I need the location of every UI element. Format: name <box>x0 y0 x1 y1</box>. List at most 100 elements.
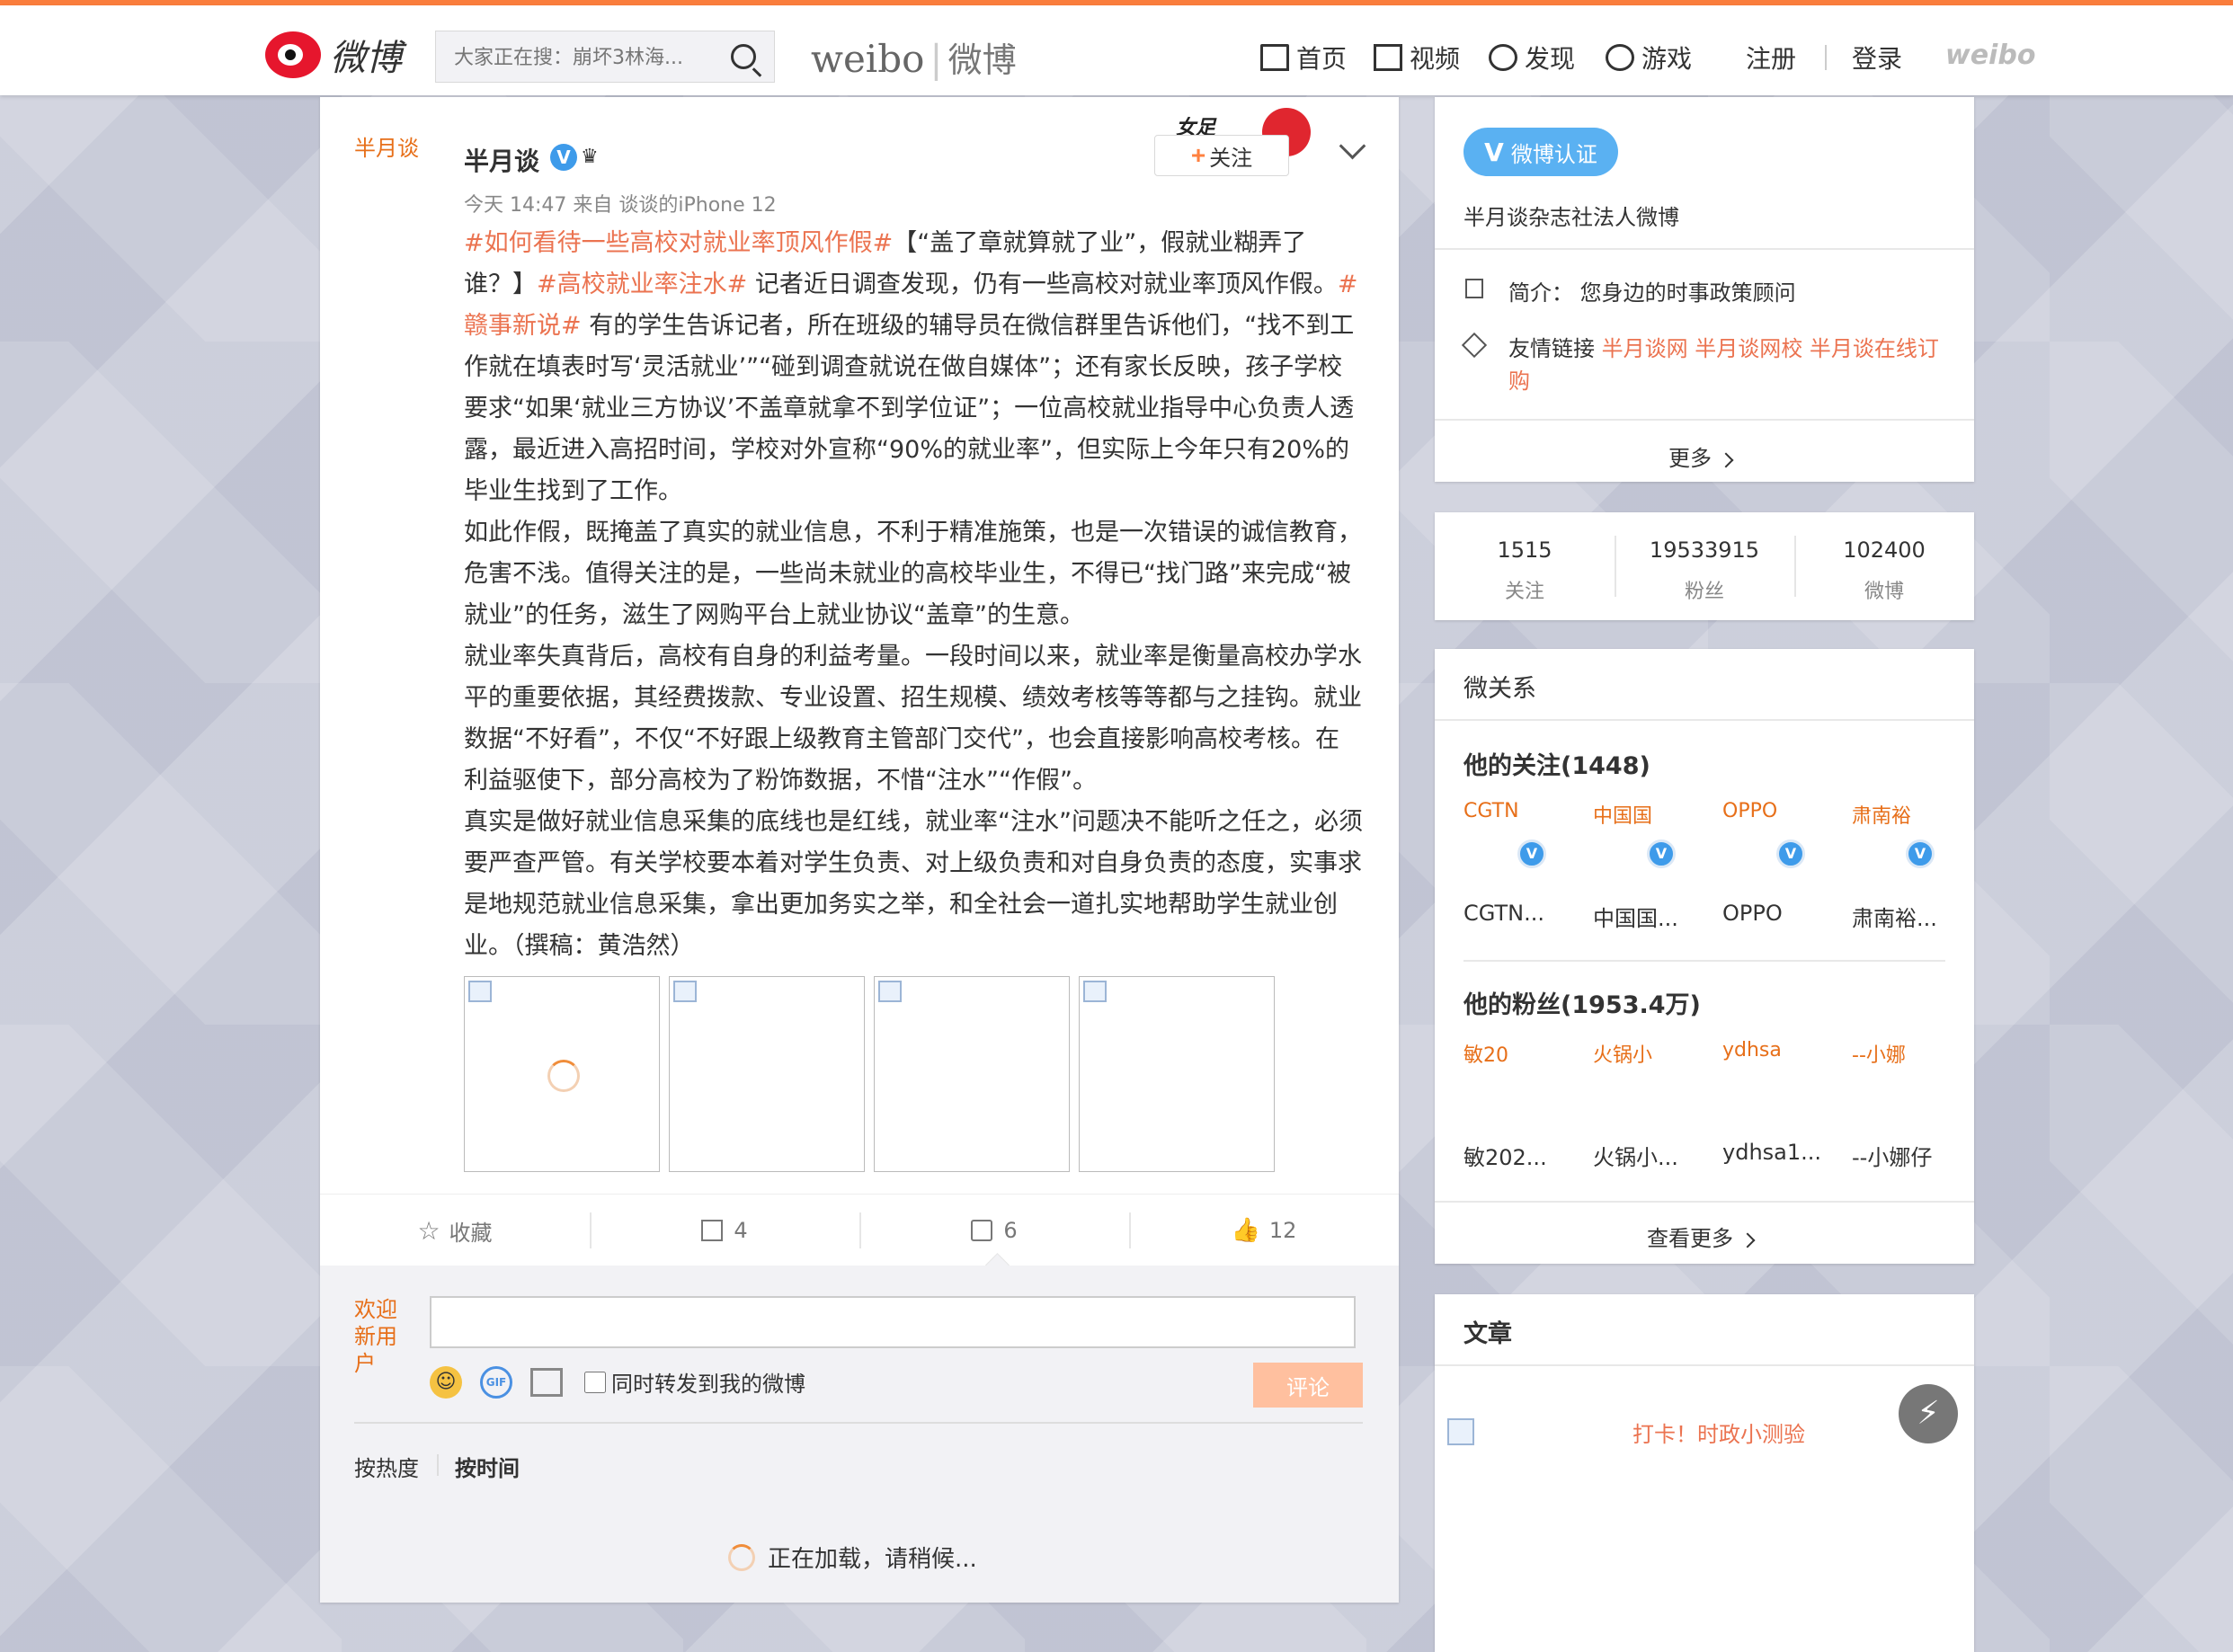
broken-image-icon <box>673 981 697 1002</box>
verified-badge-icon: V <box>550 144 577 171</box>
fan-item[interactable]: 敏20 敏202... <box>1463 1039 1580 1170</box>
nav-home[interactable]: 首页 <box>1260 38 1347 77</box>
posts-label: 微博 <box>1864 581 1904 603</box>
gif-icon[interactable]: GIF <box>480 1366 512 1399</box>
verified-badge-icon: V <box>1517 839 1546 868</box>
following-avatar: 中国国 <box>1593 805 1653 825</box>
following-item[interactable]: 中国国 V 中国国... <box>1593 800 1710 931</box>
weibo-logo[interactable]: 微博 <box>265 23 418 86</box>
profile-more-link[interactable]: 更多 <box>1668 440 1734 472</box>
broken-image-icon <box>1083 981 1107 1002</box>
articles-title: 文章 <box>1463 1320 1512 1348</box>
posts-count: 102400 <box>1843 537 1926 563</box>
weibo-wordmark: weibo <box>1945 40 2036 71</box>
stat-fans[interactable]: 19533915 粉丝 <box>1615 512 1794 604</box>
repost-button[interactable]: 4 <box>590 1195 859 1266</box>
like-button[interactable]: 👍 12 <box>1129 1195 1399 1266</box>
favorite-button[interactable]: ☆ 收藏 <box>320 1195 590 1266</box>
post-text-run: 记者近日调查发现，仍有一些高校对就业率顶风作假。 <box>747 271 1338 298</box>
relations-more-link[interactable]: 查看更多 <box>1647 1221 1756 1252</box>
comment-input[interactable] <box>430 1296 1356 1348</box>
repost-checkbox-label: 同时转发到我的微博 <box>611 1372 805 1397</box>
post-action-bar: ☆ 收藏 4 6 👍 12 <box>320 1194 1399 1266</box>
emoji-icon[interactable]: ☺ <box>430 1366 462 1399</box>
repost-checkbox[interactable] <box>584 1371 606 1393</box>
post-image-2[interactable] <box>669 976 865 1172</box>
nav-video[interactable]: 视频 <box>1374 38 1460 77</box>
like-count: 12 <box>1268 1218 1297 1243</box>
post-paragraph-1: #如何看待一些高校对就业率顶风作假#【“盖了章就算就了业”，假就业糊弄了谁？】#… <box>464 223 1363 512</box>
search-box[interactable] <box>435 31 775 83</box>
loading-spinner-icon <box>728 1543 755 1571</box>
links-row: 友情链接 半月谈网 半月谈网校 半月谈在线订购 <box>1508 333 1939 397</box>
following-title[interactable]: 他的关注(1448) <box>1463 746 1650 781</box>
article-link[interactable]: 打卡！时政小测验 <box>1632 1417 1805 1448</box>
fans-title[interactable]: 他的粉丝(1953.4万) <box>1463 985 1701 1020</box>
author-avatar[interactable]: 半月谈 <box>354 135 426 162</box>
post-image-3[interactable] <box>874 976 1070 1172</box>
post-image-4[interactable] <box>1079 976 1275 1172</box>
search-icon[interactable] <box>731 44 756 69</box>
chevron-right-icon <box>1718 452 1734 468</box>
submit-comment-button[interactable]: 评论 <box>1253 1363 1363 1408</box>
friend-links[interactable]: 半月谈网 半月谈网校 半月谈在线订 <box>1602 336 1939 361</box>
nav-games[interactable]: 游戏 <box>1606 38 1692 77</box>
fan-name: --小娜仔 <box>1852 1145 1933 1170</box>
nav-games-label: 游戏 <box>1641 44 1693 74</box>
fan-avatar: 敏20 <box>1463 1044 1508 1064</box>
fan-item[interactable]: 火锅小 火锅小... <box>1593 1039 1710 1170</box>
following-item[interactable]: OPPO V OPPO <box>1722 800 1839 926</box>
post-card: 半月谈 半月谈 V ♛ 今天 14:47 来自 谈谈的iPhone 12 女足 … <box>320 97 1399 1603</box>
register-link[interactable]: 注册 <box>1746 38 1796 77</box>
verify-description: 半月谈杂志社法人微博 <box>1463 205 1679 230</box>
verify-badge-button[interactable]: V 微博认证 <box>1463 128 1618 176</box>
topic-link[interactable]: #高校就业率注水# <box>537 271 747 298</box>
divider <box>1435 248 1974 250</box>
lightning-icon[interactable]: ⚡ <box>1899 1384 1958 1443</box>
comment-sort-bar: 按热度 按时间 <box>354 1422 1363 1481</box>
sort-by-hot[interactable]: 按热度 <box>354 1451 419 1482</box>
fan-name: 火锅小... <box>1593 1145 1678 1170</box>
gamepad-icon <box>1606 44 1634 71</box>
fan-item[interactable]: --小娜 --小娜仔 <box>1852 1039 1969 1170</box>
following-name: OPPO <box>1722 901 1783 926</box>
comment-count: 6 <box>1003 1218 1018 1243</box>
fans-label: 粉丝 <box>1684 581 1724 603</box>
image-upload-icon[interactable] <box>530 1368 563 1397</box>
sort-divider <box>437 1454 439 1476</box>
following-item[interactable]: CGTN V CGTN... <box>1463 800 1580 926</box>
edit-note-icon <box>1465 279 1483 298</box>
brand-wordmark: weibo | 微博 <box>811 37 1017 81</box>
verified-badge-icon: V <box>1776 839 1805 868</box>
friend-links-cont[interactable]: 购 <box>1508 369 1530 394</box>
brand-cn: 微博 <box>947 40 1017 80</box>
stat-following[interactable]: 1515 关注 <box>1435 512 1615 604</box>
nav-discover[interactable]: 发现 <box>1489 38 1575 77</box>
relations-card: 微关系 他的关注(1448) CGTN V CGTN... 中国国 V 中国国.… <box>1435 649 1974 1264</box>
follow-button[interactable]: + 关注 <box>1154 135 1289 176</box>
loading-text: 正在加载，请稍候... <box>768 1546 977 1573</box>
sort-by-time[interactable]: 按时间 <box>455 1451 520 1482</box>
profile-stats-card: 1515 关注 19533915 粉丝 102400 微博 <box>1435 512 1974 620</box>
nav-discover-label: 发现 <box>1525 44 1576 74</box>
video-icon <box>1374 44 1402 71</box>
search-input[interactable] <box>452 40 716 75</box>
repost-count: 4 <box>734 1218 748 1243</box>
following-item[interactable]: 肃南裕 V 肃南裕... <box>1852 800 1969 931</box>
relations-title: 微关系 <box>1463 675 1536 703</box>
stat-posts[interactable]: 102400 微博 <box>1794 512 1974 604</box>
chevron-down-icon[interactable] <box>1339 132 1366 160</box>
fan-name: ydhsa1... <box>1722 1140 1822 1165</box>
repost-option[interactable]: 同时转发到我的微博 <box>584 1366 805 1398</box>
following-label: 关注 <box>1504 581 1544 603</box>
nav-divider <box>1825 45 1827 70</box>
home-icon <box>1260 44 1289 71</box>
more-label: 查看更多 <box>1647 1226 1733 1251</box>
fan-item[interactable]: ydhsa ydhsa1... <box>1722 1039 1839 1165</box>
post-paragraph-4: 真实是做好就业信息采集的底线也是红线，就业率“注水”问题决不能听之任之，必须要严… <box>464 808 1363 960</box>
author-name[interactable]: 半月谈 <box>464 142 539 178</box>
login-link[interactable]: 登录 <box>1852 38 1902 77</box>
topic-link[interactable]: #如何看待一些高校对就业率顶风作假# <box>464 229 893 257</box>
post-image-1[interactable] <box>464 976 660 1172</box>
verified-badge-icon: V <box>1647 839 1676 868</box>
